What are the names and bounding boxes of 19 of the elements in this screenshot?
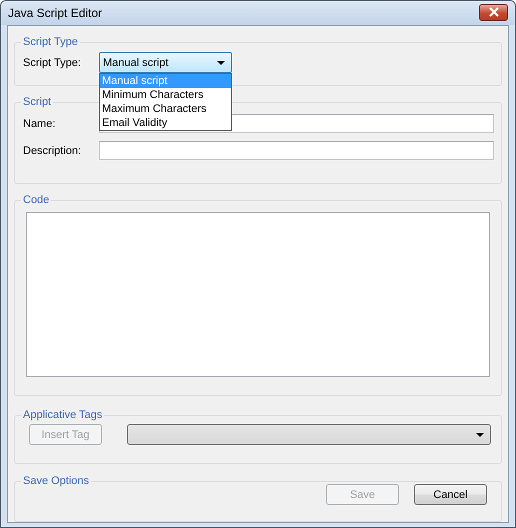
group-title: Script Type	[22, 36, 79, 49]
close-button[interactable]	[479, 4, 508, 20]
window-title: Java Script Editor	[8, 6, 102, 20]
dropdown-option[interactable]: Email Validity	[100, 116, 231, 130]
dialog-button[interactable]: Cancel	[414, 484, 487, 505]
dropdown-arrow-icon	[217, 60, 225, 64]
field-label: Description:	[22, 144, 82, 156]
field-label: Name:	[22, 118, 56, 130]
group-title: Code	[22, 194, 50, 207]
dropdown-arrow-icon	[476, 432, 484, 436]
script-type-dropdown[interactable]: Manual script	[99, 52, 232, 73]
group-title: Script	[22, 96, 52, 109]
close-icon	[486, 7, 500, 17]
dropdown-option[interactable]: Minimum Characters	[100, 88, 231, 102]
input-field[interactable]	[99, 141, 494, 160]
field-label: Script Type:	[22, 56, 82, 68]
dropdown-option[interactable]: Maximum Characters	[100, 102, 231, 116]
group-title: Applicative Tags	[22, 409, 104, 422]
group-title: Save Options	[22, 475, 90, 488]
